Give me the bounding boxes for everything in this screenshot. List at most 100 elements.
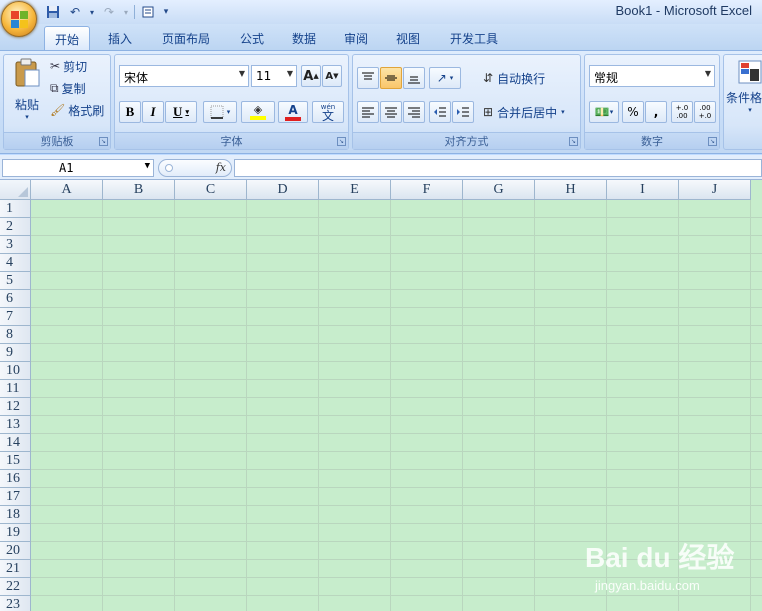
row-header[interactable]: 11: [0, 380, 31, 398]
row-header[interactable]: 21: [0, 560, 31, 578]
select-all-corner[interactable]: [0, 180, 31, 200]
fill-color-swatch: [250, 116, 266, 120]
row-header[interactable]: 15: [0, 452, 31, 470]
chevron-down-icon: ▼: [704, 69, 711, 78]
row-header[interactable]: 3: [0, 236, 31, 254]
percent-button[interactable]: %: [622, 101, 644, 123]
row-header[interactable]: 17: [0, 488, 31, 506]
tab-view[interactable]: 视图: [386, 26, 430, 50]
row-header[interactable]: 10: [0, 362, 31, 380]
row-header[interactable]: 20: [0, 542, 31, 560]
currency-button[interactable]: 💵 ▾: [589, 101, 619, 123]
align-bottom-button[interactable]: [403, 67, 425, 89]
row-header[interactable]: 4: [0, 254, 31, 272]
align-right-icon: [408, 107, 420, 118]
dialog-launcher-icon[interactable]: ↘: [99, 137, 108, 146]
column-header[interactable]: J: [679, 180, 751, 200]
chevron-down-icon[interactable]: ▾: [88, 3, 96, 21]
column-header[interactable]: G: [463, 180, 535, 200]
grow-font-label: A: [303, 68, 314, 84]
name-box[interactable]: A1 ▼: [2, 159, 154, 177]
column-header[interactable]: C: [175, 180, 247, 200]
font-color-button[interactable]: A: [278, 101, 308, 123]
tab-data[interactable]: 数据: [282, 26, 326, 50]
paste-button[interactable]: 粘贴 ▾: [8, 58, 46, 128]
align-center-button[interactable]: [380, 101, 402, 123]
wrap-text-button[interactable]: ⇵ 自动换行: [483, 68, 545, 88]
column-header[interactable]: H: [535, 180, 607, 200]
align-right-button[interactable]: [403, 101, 425, 123]
fx-icon[interactable]: fx: [216, 161, 226, 174]
row-header[interactable]: 6: [0, 290, 31, 308]
chevron-down-icon[interactable]: ▾: [122, 3, 130, 21]
row-header[interactable]: 16: [0, 470, 31, 488]
row-header[interactable]: 5: [0, 272, 31, 290]
wrap-text-icon: ⇵: [483, 71, 494, 85]
tab-home[interactable]: 开始: [44, 26, 91, 50]
row-header[interactable]: 12: [0, 398, 31, 416]
phonetic-button[interactable]: wén 文: [312, 101, 344, 123]
tab-formulas[interactable]: 公式: [230, 26, 274, 50]
italic-button[interactable]: I: [142, 101, 164, 123]
merge-center-button[interactable]: ⊞ 合并后居中 ▾: [483, 102, 565, 122]
column-header[interactable]: I: [607, 180, 679, 200]
shrink-font-button[interactable]: A ▼: [322, 65, 342, 87]
orientation-button[interactable]: ↗ ▾: [429, 67, 461, 89]
increase-decimal-button[interactable]: +.0 .00: [671, 101, 693, 123]
column-header[interactable]: A: [31, 180, 103, 200]
bold-button[interactable]: B: [119, 101, 141, 123]
column-header[interactable]: E: [319, 180, 391, 200]
row-header[interactable]: 18: [0, 506, 31, 524]
print-preview-icon[interactable]: [139, 3, 157, 21]
decrease-decimal-button[interactable]: .00 +.0: [694, 101, 716, 123]
column-header[interactable]: F: [391, 180, 463, 200]
expand-handle-icon[interactable]: [165, 164, 173, 172]
tab-developer[interactable]: 开发工具: [440, 26, 508, 50]
customize-qat-icon[interactable]: ▾: [161, 3, 171, 21]
column-header[interactable]: D: [247, 180, 319, 200]
grow-font-button[interactable]: A ▲: [301, 65, 321, 87]
increase-indent-icon: [457, 107, 469, 117]
row-header[interactable]: 22: [0, 578, 31, 596]
undo-icon[interactable]: ↶: [66, 3, 84, 21]
dialog-launcher-icon[interactable]: ↘: [708, 137, 717, 146]
format-painter-button[interactable]: 🖌 格式刷: [50, 101, 104, 119]
tab-page-layout[interactable]: 页面布局: [152, 26, 220, 50]
row-header[interactable]: 23: [0, 596, 31, 611]
copy-button[interactable]: ⧉ 复制: [50, 79, 86, 97]
save-icon[interactable]: [44, 3, 62, 21]
office-button[interactable]: [1, 1, 37, 37]
column-header[interactable]: B: [103, 180, 175, 200]
dialog-launcher-icon[interactable]: ↘: [569, 137, 578, 146]
chevron-down-icon[interactable]: ▼: [145, 161, 150, 171]
row-header[interactable]: 14: [0, 434, 31, 452]
row-header[interactable]: 8: [0, 326, 31, 344]
increase-indent-button[interactable]: [452, 101, 474, 123]
row-header[interactable]: 19: [0, 524, 31, 542]
row-header[interactable]: 9: [0, 344, 31, 362]
decrease-indent-button[interactable]: [429, 101, 451, 123]
row-header[interactable]: 2: [0, 218, 31, 236]
dialog-launcher-icon[interactable]: ↘: [337, 137, 346, 146]
borders-button[interactable]: ▾: [203, 101, 237, 123]
conditional-formatting-button[interactable]: 条件格式 ▾: [726, 59, 762, 129]
align-bottom-icon: [408, 76, 420, 84]
align-middle-button[interactable]: [380, 67, 402, 89]
worksheet-grid[interactable]: A B C D E F G H I J 1 2 3 4 5 6 7 8 9 10 11 12 13 14 15 16 17 18 19 2…: [0, 180, 762, 611]
font-name-combo[interactable]: 宋体 ▼: [119, 65, 249, 87]
comma-button[interactable]: ,: [645, 101, 667, 123]
cut-button[interactable]: ✂ 剪切: [50, 57, 87, 75]
row-header[interactable]: 1: [0, 200, 31, 218]
font-size-combo[interactable]: 11 ▼: [251, 65, 297, 87]
align-top-button[interactable]: [357, 67, 379, 89]
tab-review[interactable]: 审阅: [334, 26, 378, 50]
number-format-combo[interactable]: 常规 ▼: [589, 65, 715, 87]
align-left-button[interactable]: [357, 101, 379, 123]
tab-insert[interactable]: 插入: [98, 26, 142, 50]
redo-icon[interactable]: ↷: [100, 3, 118, 21]
underline-button[interactable]: U ▾: [165, 101, 197, 123]
fill-color-button[interactable]: ◈: [241, 101, 275, 123]
row-header[interactable]: 7: [0, 308, 31, 326]
row-header[interactable]: 13: [0, 416, 31, 434]
formula-input[interactable]: [234, 159, 762, 177]
